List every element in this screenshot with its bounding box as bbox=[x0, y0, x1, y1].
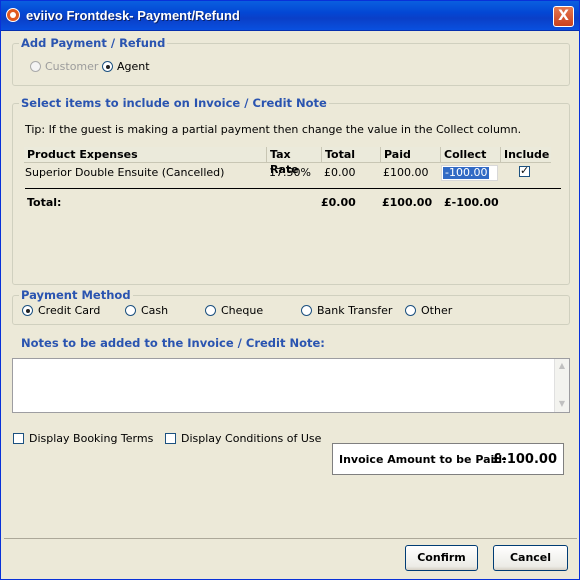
agent-label: Agent bbox=[117, 60, 150, 73]
scroll-down-icon[interactable]: ▼ bbox=[556, 398, 568, 410]
credit-card-radio[interactable] bbox=[22, 305, 33, 316]
customer-label: Customer bbox=[45, 60, 99, 73]
column-collect[interactable]: Collect bbox=[441, 147, 500, 163]
invoice-amount-value: £-100.00 bbox=[492, 452, 557, 467]
payment-refund-legend: Add Payment / Refund bbox=[19, 36, 168, 50]
customer-radio[interactable] bbox=[30, 61, 41, 72]
payment-method-legend: Payment Method bbox=[19, 288, 133, 302]
notes-label: Notes to be added to the Invoice / Credi… bbox=[21, 336, 325, 350]
cheque-label: Cheque bbox=[221, 304, 264, 317]
window-title: eviivo Frontdesk- Payment/Refund bbox=[26, 8, 240, 23]
totals-total: £0.00 bbox=[321, 196, 356, 209]
other-label: Other bbox=[421, 304, 453, 317]
invoice-amount-label: Invoice Amount to be Paid: bbox=[339, 453, 507, 466]
totals-divider bbox=[25, 188, 561, 189]
button-bar bbox=[4, 538, 577, 579]
column-product-expenses[interactable]: Product Expenses bbox=[24, 147, 266, 163]
cash-label: Cash bbox=[141, 304, 169, 317]
items-legend: Select items to include on Invoice / Cre… bbox=[19, 96, 329, 110]
payment-refund-window: eviivo Frontdesk- Payment/Refund X Add P… bbox=[0, 0, 580, 580]
row-total: £0.00 bbox=[324, 166, 356, 179]
bank-transfer-radio[interactable] bbox=[301, 305, 312, 316]
totals-collect: £-100.00 bbox=[444, 196, 499, 209]
column-total[interactable]: Total bbox=[322, 147, 380, 163]
totals-paid: £100.00 bbox=[382, 196, 433, 209]
agent-radio[interactable] bbox=[102, 61, 113, 72]
credit-card-label: Credit Card bbox=[38, 304, 101, 317]
include-checkbox[interactable] bbox=[519, 164, 530, 177]
booking-terms-label: Display Booking Terms bbox=[29, 432, 154, 445]
cheque-radio[interactable] bbox=[205, 305, 216, 316]
collect-value: -100.00 bbox=[443, 166, 490, 179]
row-product: Superior Double Ensuite (Cancelled) bbox=[25, 166, 225, 179]
collect-input[interactable]: -100.00 bbox=[441, 165, 498, 181]
column-include[interactable]: Include bbox=[501, 147, 551, 163]
booking-terms-checkbox[interactable] bbox=[13, 433, 24, 444]
title-bar[interactable]: eviivo Frontdesk- Payment/Refund X bbox=[1, 1, 579, 31]
cash-radio[interactable] bbox=[125, 305, 136, 316]
column-paid[interactable]: Paid bbox=[381, 147, 440, 163]
invoice-amount-box: Invoice Amount to be Paid: £-100.00 bbox=[332, 443, 564, 475]
row-tax-rate: 17.50% bbox=[269, 166, 311, 179]
bank-transfer-label: Bank Transfer bbox=[317, 304, 393, 317]
other-radio[interactable] bbox=[405, 305, 416, 316]
close-button[interactable]: X bbox=[553, 6, 574, 27]
totals-label: Total: bbox=[27, 196, 62, 209]
confirm-button[interactable]: Confirm bbox=[405, 545, 478, 571]
conditions-label: Display Conditions of Use bbox=[181, 432, 322, 445]
scroll-up-icon[interactable]: ▲ bbox=[556, 360, 568, 372]
cancel-button[interactable]: Cancel bbox=[493, 545, 568, 571]
conditions-checkbox[interactable] bbox=[165, 433, 176, 444]
partial-payment-tip: Tip: If the guest is making a partial pa… bbox=[25, 123, 522, 136]
eviivo-logo-icon bbox=[6, 8, 20, 22]
column-tax-rate[interactable]: Tax Rate bbox=[267, 147, 321, 176]
row-paid: £100.00 bbox=[383, 166, 429, 179]
notes-scrollbar[interactable]: ▲ ▼ bbox=[554, 359, 569, 412]
notes-textarea[interactable]: ▲ ▼ bbox=[12, 358, 570, 413]
